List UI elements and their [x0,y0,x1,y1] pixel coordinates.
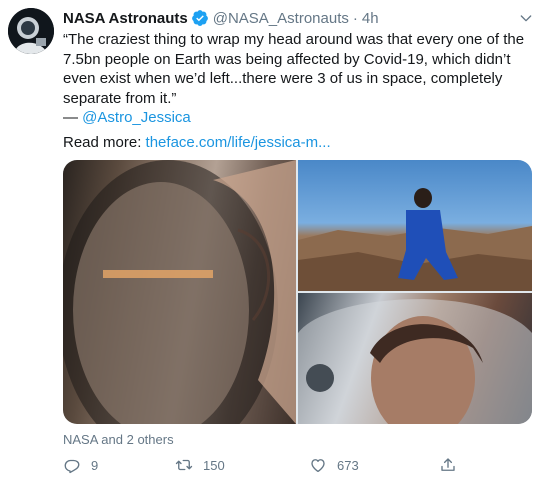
photo-helmet-reflection[interactable] [63,160,296,424]
reply-count: 9 [91,457,99,473]
retweet-button[interactable]: 150 [175,456,225,474]
separator-dot: · [352,9,358,27]
media-grid [63,160,532,424]
author-name[interactable]: NASA Astronauts [63,10,188,27]
mention-link[interactable]: @Astro_Jessica [82,109,191,126]
tweet-timestamp[interactable]: 4h [362,10,379,27]
verified-badge-icon [191,9,209,27]
chevron-down-icon[interactable] [518,10,534,26]
avatar[interactable] [8,8,54,54]
tweet-actions: 9 150 673 [63,456,463,476]
read-more-label: Read more: [63,134,146,151]
like-count: 673 [337,457,359,473]
tweet-attribution: — @Astro_Jessica [63,108,533,128]
like-button[interactable]: 673 [309,456,359,474]
astronaut-avatar-image [8,8,54,54]
photo-astronaut-desert[interactable] [298,160,532,291]
liked-by-text[interactable]: NASA and 2 others [63,432,174,447]
read-more-link[interactable]: theface.com/life/jessica-m... [146,134,331,151]
retweet-icon [175,456,193,474]
tweet-card[interactable]: NASA Astronauts @NASA_Astronauts · 4h “T… [0,0,548,482]
retweet-count: 150 [203,457,225,473]
tweet-quote: “The craziest thing to wrap my head arou… [63,31,525,107]
attribution-prefix: — [63,109,83,126]
heart-icon [309,456,327,474]
reply-icon [63,456,81,474]
author-handle[interactable]: @NASA_Astronauts [213,10,349,27]
read-more-line: Read more: theface.com/life/jessica-m... [63,133,331,153]
reply-button[interactable]: 9 [63,456,98,474]
photo-astronaut-helmet-closeup[interactable] [298,293,532,424]
tweet-text: “The craziest thing to wrap my head arou… [63,30,533,128]
tweet-header: NASA Astronauts @NASA_Astronauts · 4h [63,8,379,28]
share-button[interactable] [439,456,467,474]
share-icon [439,456,457,474]
